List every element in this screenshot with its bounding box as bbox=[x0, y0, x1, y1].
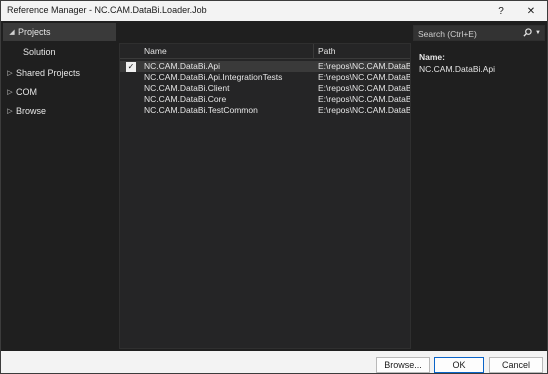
collapsed-arrow-icon: ▷ bbox=[7, 70, 13, 77]
expanded-arrow-icon: ◢ bbox=[9, 29, 15, 36]
list-item[interactable]: NC.CAM.DataBi.Core E:\repos\NC.CAM.DataB bbox=[120, 94, 410, 105]
nav-item-projects[interactable]: ◢ Projects bbox=[3, 23, 116, 41]
collapsed-arrow-icon: ▷ bbox=[7, 89, 13, 96]
category-nav: ◢ Projects Solution ▷ Shared Projects ▷ … bbox=[1, 21, 116, 351]
nav-item-solution[interactable]: Solution bbox=[1, 43, 116, 61]
reference-manager-dialog: Reference Manager - NC.CAM.DataBi.Loader… bbox=[0, 0, 548, 374]
reference-list[interactable]: Name Path ✓ NC.CAM.DataBi.Api E:\repos\N… bbox=[119, 43, 411, 349]
project-name: NC.CAM.DataBi.Core bbox=[144, 94, 227, 104]
window-title: Reference Manager - NC.CAM.DataBi.Loader… bbox=[7, 5, 207, 15]
project-name: NC.CAM.DataBi.Client bbox=[144, 83, 230, 93]
project-path: E:\repos\NC.CAM.DataB bbox=[318, 105, 410, 115]
list-item[interactable]: NC.CAM.DataBi.Client E:\repos\NC.CAM.Dat… bbox=[120, 83, 410, 94]
detail-name-label: Name: bbox=[419, 52, 445, 62]
project-path: E:\repos\NC.CAM.DataB bbox=[318, 72, 410, 82]
project-name: NC.CAM.DataBi.Api bbox=[144, 61, 221, 71]
cancel-button[interactable]: Cancel bbox=[489, 357, 543, 373]
project-path: E:\repos\NC.CAM.DataB bbox=[318, 61, 410, 71]
search-input[interactable]: Search (Ctrl+E) ▼ bbox=[413, 25, 545, 41]
chevron-down-icon[interactable]: ▼ bbox=[535, 30, 541, 36]
list-item[interactable]: NC.CAM.DataBi.Api.IntegrationTests E:\re… bbox=[120, 72, 410, 83]
column-header-path[interactable]: Path bbox=[318, 46, 336, 56]
nav-item-label: Browse bbox=[16, 106, 47, 116]
column-divider[interactable] bbox=[313, 44, 314, 58]
project-path: E:\repos\NC.CAM.DataB bbox=[318, 83, 410, 93]
column-header-name[interactable]: Name bbox=[144, 46, 167, 56]
search-icon[interactable] bbox=[523, 28, 532, 39]
collapsed-arrow-icon: ▷ bbox=[7, 108, 13, 115]
detail-name-value: NC.CAM.DataBi.Api bbox=[419, 64, 496, 74]
ok-button[interactable]: OK bbox=[434, 357, 484, 373]
list-header: Name Path bbox=[120, 44, 410, 59]
help-button[interactable]: ? bbox=[489, 1, 513, 21]
nav-item-shared-projects[interactable]: ▷ Shared Projects bbox=[1, 64, 116, 82]
reference-checkbox[interactable]: ✓ bbox=[126, 62, 136, 72]
nav-item-label: Projects bbox=[18, 27, 51, 37]
nav-item-label: Shared Projects bbox=[16, 68, 81, 78]
nav-item-label: Solution bbox=[23, 47, 56, 57]
nav-item-label: COM bbox=[16, 87, 37, 97]
close-button[interactable]: ✕ bbox=[519, 1, 543, 21]
search-placeholder: Search (Ctrl+E) bbox=[418, 29, 477, 39]
browse-button[interactable]: Browse... bbox=[376, 357, 430, 373]
list-item[interactable]: ✓ NC.CAM.DataBi.Api E:\repos\NC.CAM.Data… bbox=[120, 61, 410, 72]
project-name: NC.CAM.DataBi.Api.IntegrationTests bbox=[144, 72, 283, 82]
nav-item-browse[interactable]: ▷ Browse bbox=[1, 102, 116, 120]
project-name: NC.CAM.DataBi.TestCommon bbox=[144, 105, 258, 115]
nav-item-com[interactable]: ▷ COM bbox=[1, 83, 116, 101]
details-panel: Name: NC.CAM.DataBi.Api bbox=[419, 52, 543, 74]
title-bar: Reference Manager - NC.CAM.DataBi.Loader… bbox=[1, 1, 547, 21]
project-path: E:\repos\NC.CAM.DataB bbox=[318, 94, 410, 104]
list-item[interactable]: NC.CAM.DataBi.TestCommon E:\repos\NC.CAM… bbox=[120, 105, 410, 116]
